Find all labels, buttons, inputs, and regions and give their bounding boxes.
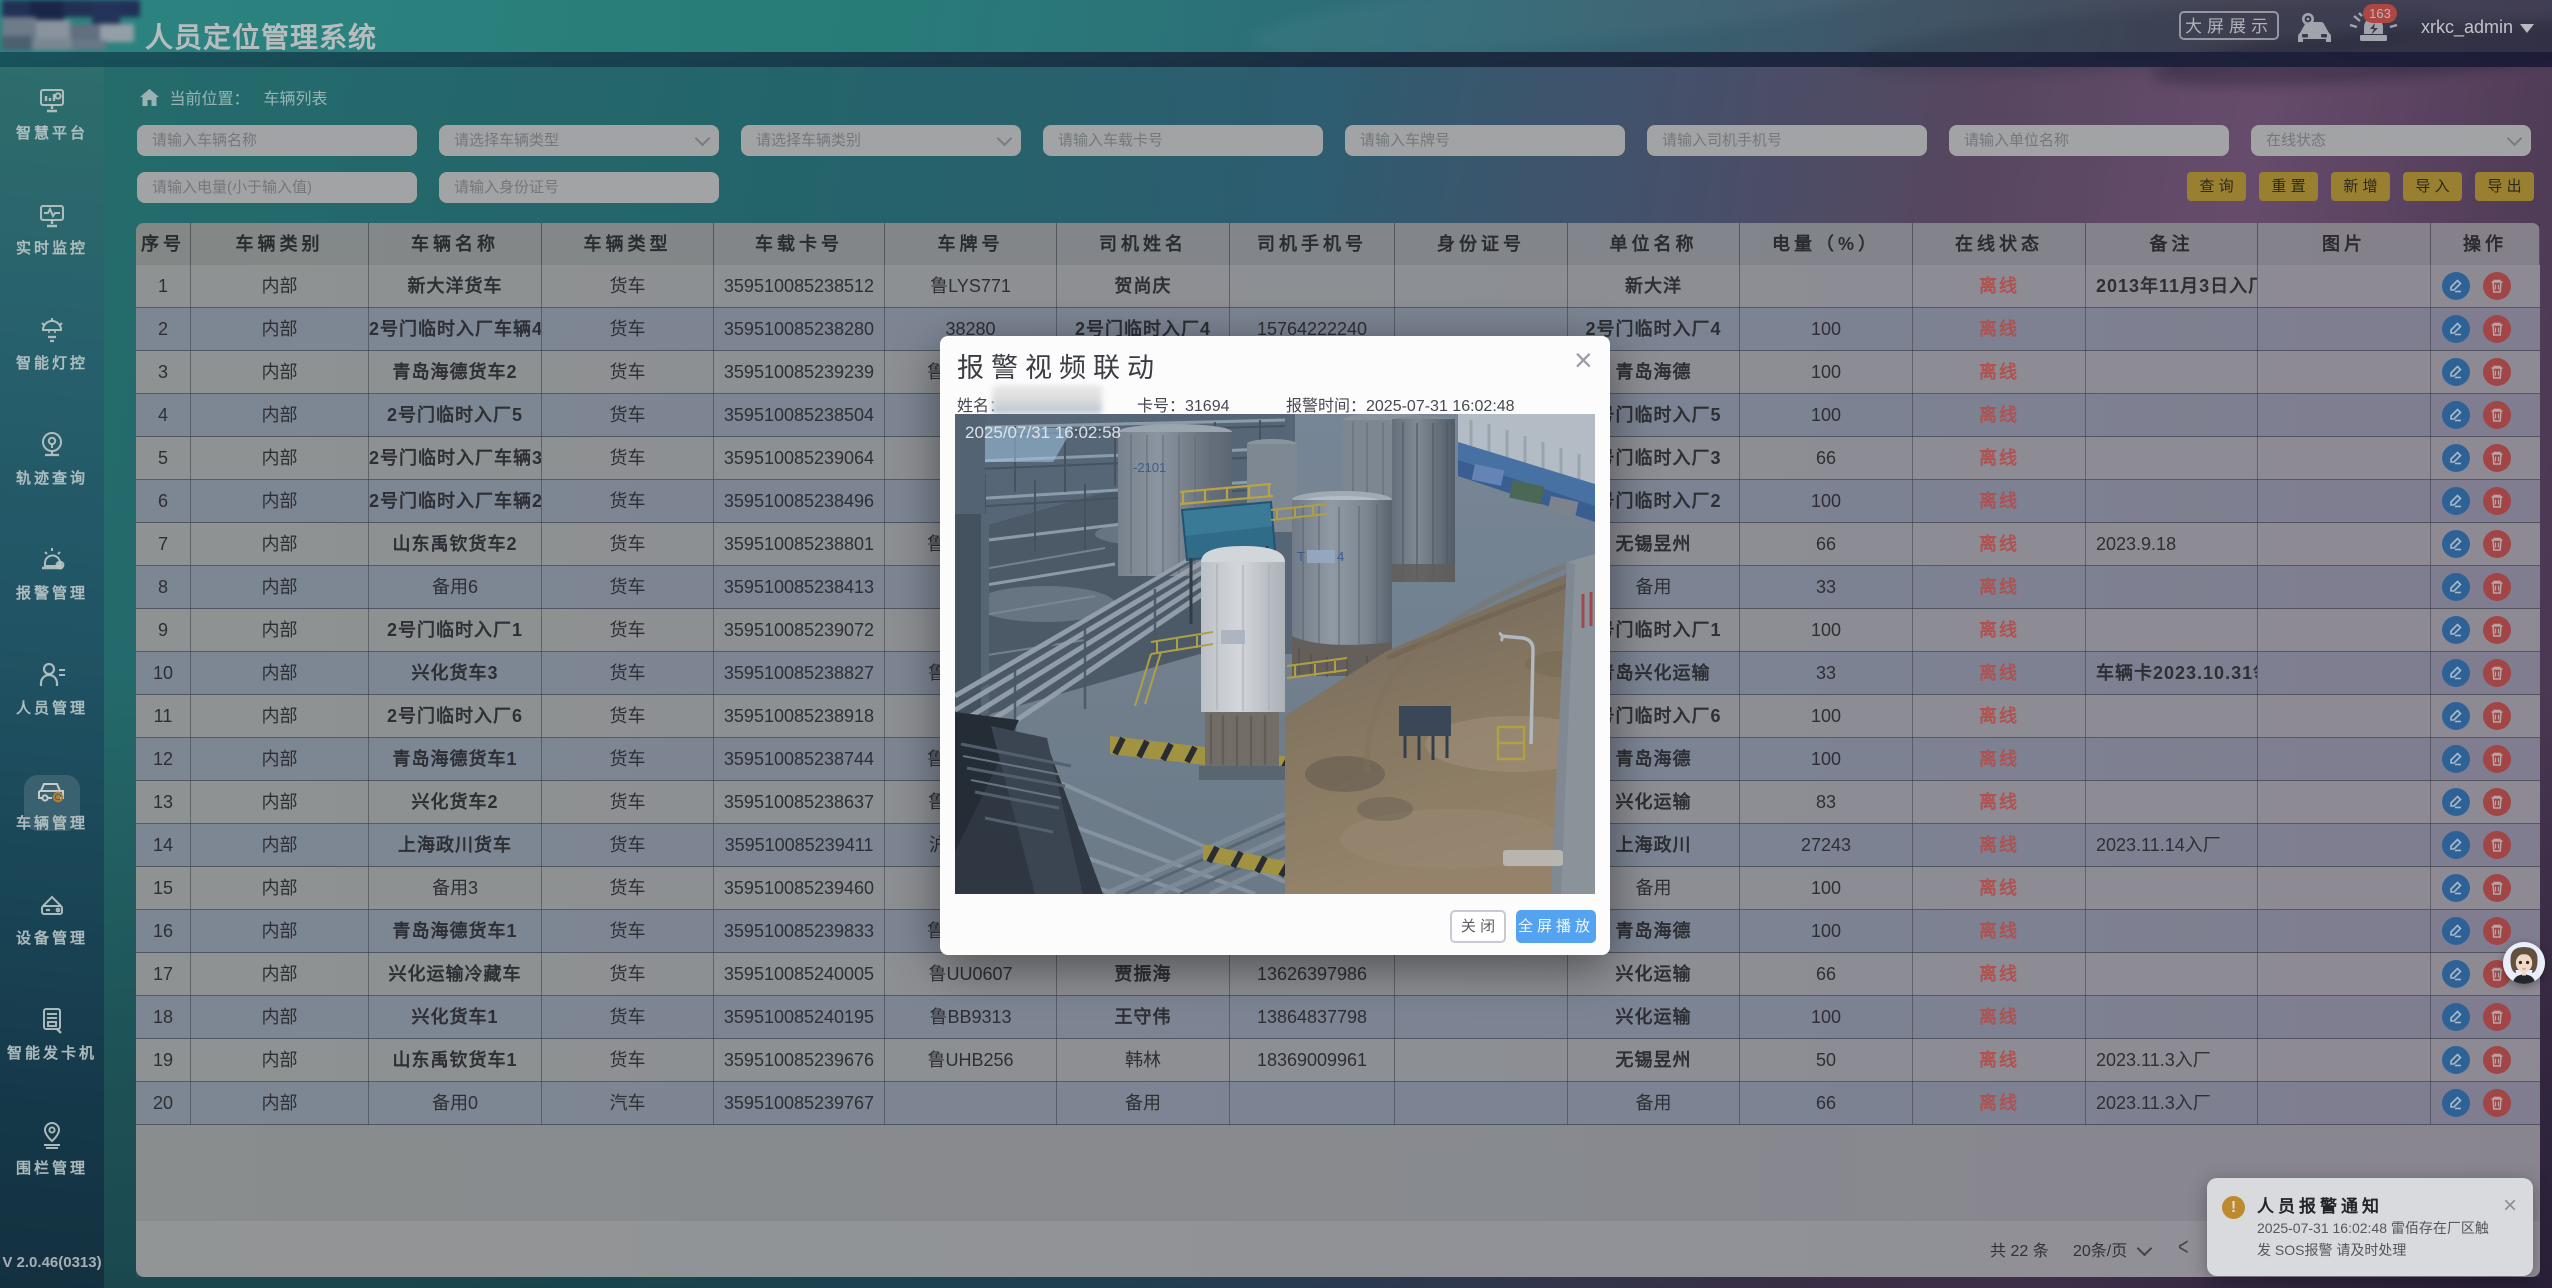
svg-text:2025/07/31 16:02:58: 2025/07/31 16:02:58 (965, 423, 1121, 442)
